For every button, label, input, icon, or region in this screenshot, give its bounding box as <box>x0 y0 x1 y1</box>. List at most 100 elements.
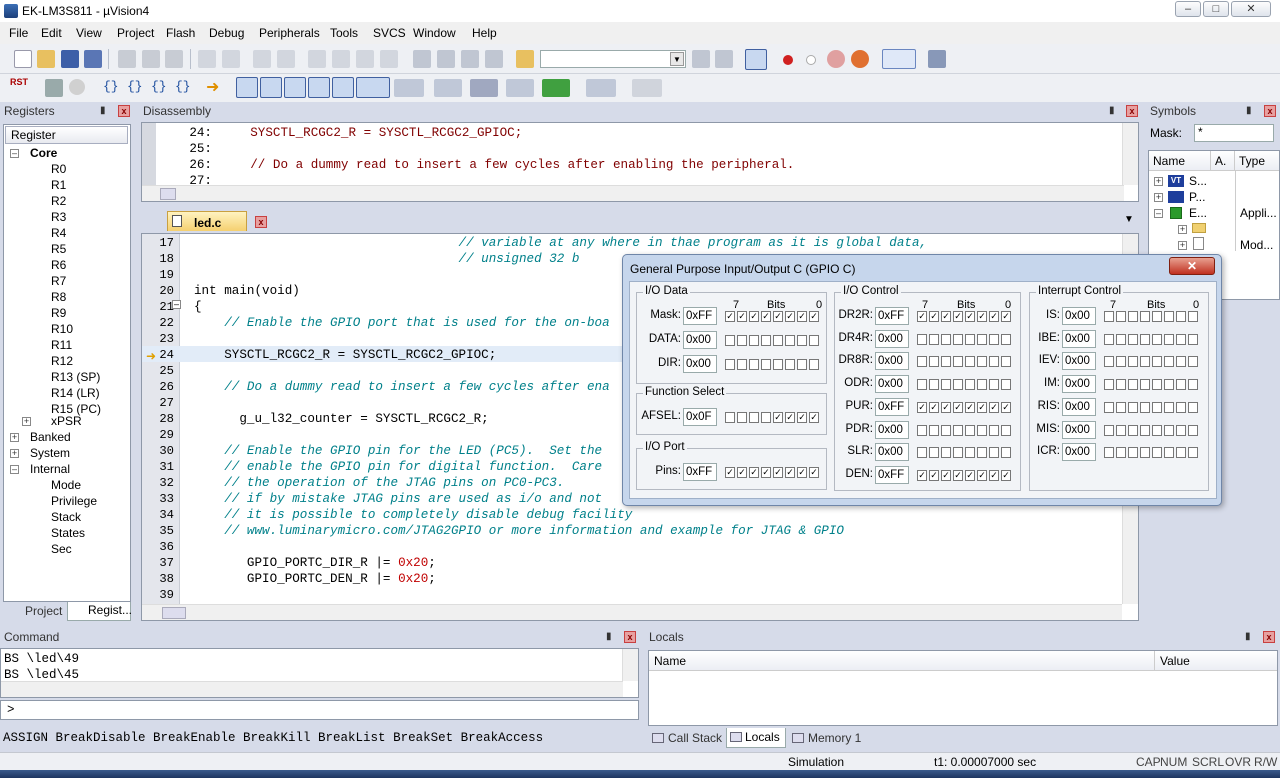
bit-checkbox[interactable]: ✓ <box>773 311 783 322</box>
bit-checkbox[interactable] <box>941 424 951 436</box>
bit-checkbox[interactable] <box>917 356 927 368</box>
bit-checkbox[interactable] <box>953 447 963 459</box>
bit-checkbox[interactable] <box>1116 333 1126 345</box>
step-over-icon[interactable]: {} <box>127 79 143 94</box>
bit-checkbox[interactable] <box>761 335 771 346</box>
bit-checkbox[interactable] <box>941 447 951 459</box>
bit-checkbox[interactable] <box>1128 333 1138 345</box>
bit-checkbox[interactable] <box>1176 379 1186 391</box>
internal-mode[interactable]: Mode <box>51 478 81 492</box>
bit-checkbox[interactable] <box>1128 311 1138 322</box>
bit-checkbox[interactable] <box>929 379 939 391</box>
register-item[interactable]: R0 <box>51 162 66 176</box>
bit-checkbox[interactable]: ✓ <box>773 412 783 423</box>
bit-checkbox[interactable] <box>1188 447 1198 459</box>
bit-checkbox[interactable] <box>977 333 987 345</box>
register-item[interactable]: R1 <box>51 178 66 192</box>
banked-group[interactable]: Banked <box>30 430 71 444</box>
bit-checkbox[interactable] <box>1128 424 1138 436</box>
register-item[interactable]: R5 <box>51 242 66 256</box>
memory-window-icon[interactable] <box>394 79 424 97</box>
bit-checkbox[interactable] <box>1152 356 1162 368</box>
bit-checkbox[interactable]: ✓ <box>917 401 927 413</box>
pin-icon[interactable]: ▮ <box>1245 631 1251 642</box>
expand-icon[interactable]: + <box>1154 193 1163 202</box>
close-icon[interactable]: x <box>1126 105 1138 117</box>
bit-checkbox[interactable] <box>1164 311 1174 322</box>
symbol-p[interactable]: P... <box>1189 190 1205 204</box>
bookmark-prev-icon[interactable] <box>332 50 350 68</box>
register-column-header[interactable]: Register <box>5 126 128 144</box>
bit-checkbox[interactable]: ✓ <box>965 401 975 413</box>
tab-memory-1[interactable]: Memory 1 <box>790 729 861 747</box>
register-item[interactable]: R3 <box>51 210 66 224</box>
tab-call-stack[interactable]: Call Stack <box>650 729 722 747</box>
tab-list-chevron-icon[interactable]: ▼ <box>1124 214 1134 225</box>
bit-checkbox[interactable] <box>1188 379 1198 391</box>
bit-checkbox[interactable] <box>1176 333 1186 345</box>
window-layout-icon[interactable] <box>882 49 916 69</box>
bit-checkbox[interactable]: ✓ <box>929 311 939 322</box>
locals-col-name[interactable]: Name <box>649 651 1155 671</box>
register-value-field[interactable]: 0xFF <box>683 307 717 325</box>
bit-checkbox[interactable] <box>1164 356 1174 368</box>
bit-checkbox[interactable]: ✓ <box>737 467 747 478</box>
bit-checkbox[interactable] <box>1152 333 1162 345</box>
system-viewer-icon[interactable] <box>542 79 570 97</box>
internal-group[interactable]: Internal <box>30 462 70 476</box>
locals-col-value[interactable]: Value <box>1155 651 1277 671</box>
bit-checkbox[interactable] <box>1176 311 1186 322</box>
bit-checkbox[interactable] <box>1128 447 1138 459</box>
internal-states[interactable]: States <box>51 526 85 540</box>
bit-checkbox[interactable] <box>749 412 759 423</box>
chevron-down-icon[interactable]: ▼ <box>670 52 684 66</box>
bit-checkbox[interactable] <box>1128 379 1138 391</box>
collapse-icon[interactable]: – <box>10 149 19 158</box>
register-item[interactable]: R7 <box>51 274 66 288</box>
register-value-field[interactable]: 0x00 <box>1062 443 1096 462</box>
internal-sec[interactable]: Sec <box>51 542 72 556</box>
bit-checkbox[interactable] <box>1001 424 1011 436</box>
pin-icon[interactable]: ▮ <box>100 105 106 116</box>
bit-checkbox[interactable]: ✓ <box>989 469 999 481</box>
bit-checkbox[interactable] <box>917 424 927 436</box>
col-type-header[interactable]: Type <box>1235 151 1279 171</box>
incremental-find-icon[interactable] <box>715 50 733 68</box>
bit-checkbox[interactable] <box>929 356 939 368</box>
bit-checkbox[interactable] <box>725 359 735 370</box>
new-file-icon[interactable] <box>14 50 32 68</box>
bit-checkbox[interactable] <box>749 335 759 346</box>
bit-checkbox[interactable] <box>1140 424 1150 436</box>
bit-checkbox[interactable]: ✓ <box>977 311 987 322</box>
bit-checkbox[interactable] <box>917 447 927 459</box>
bit-checkbox[interactable]: ✓ <box>749 467 759 478</box>
vertical-scrollbar[interactable] <box>1122 123 1138 185</box>
bit-checkbox[interactable] <box>929 447 939 459</box>
register-value-field[interactable]: 0x0F <box>683 408 717 426</box>
bit-checkbox[interactable]: ✓ <box>797 412 807 423</box>
menu-svcs[interactable]: SVCS <box>373 26 406 40</box>
breakpoint-disable-all-icon[interactable] <box>827 50 845 68</box>
bit-checkbox[interactable] <box>917 379 927 391</box>
bit-checkbox[interactable]: ✓ <box>953 469 963 481</box>
symbol-s[interactable]: S... <box>1189 174 1207 188</box>
register-item[interactable]: R13 (SP) <box>51 370 100 384</box>
bit-checkbox[interactable] <box>1104 424 1114 436</box>
close-icon[interactable]: x <box>1263 631 1275 643</box>
symbols-window-icon[interactable] <box>284 77 306 98</box>
bit-checkbox[interactable] <box>1104 311 1114 322</box>
register-item[interactable]: R9 <box>51 306 66 320</box>
bit-checkbox[interactable] <box>1140 401 1150 413</box>
bit-checkbox[interactable] <box>1116 356 1126 368</box>
bit-checkbox[interactable]: ✓ <box>953 401 963 413</box>
bit-checkbox[interactable] <box>809 335 819 346</box>
disassembly-view[interactable]: 24: SYSCTL_RCGC2_R = SYSCTL_RCGC2_GPIOC;… <box>141 122 1139 202</box>
bit-checkbox[interactable] <box>1001 447 1011 459</box>
gpio-close-button[interactable]: ✕ <box>1169 257 1215 275</box>
register-value-field[interactable]: 0x00 <box>1062 375 1096 394</box>
bit-checkbox[interactable] <box>941 333 951 345</box>
register-value-field[interactable]: 0x00 <box>683 331 717 349</box>
register-value-field[interactable]: 0x00 <box>1062 307 1096 325</box>
bit-checkbox[interactable] <box>1140 356 1150 368</box>
bit-checkbox[interactable]: ✓ <box>761 311 771 322</box>
